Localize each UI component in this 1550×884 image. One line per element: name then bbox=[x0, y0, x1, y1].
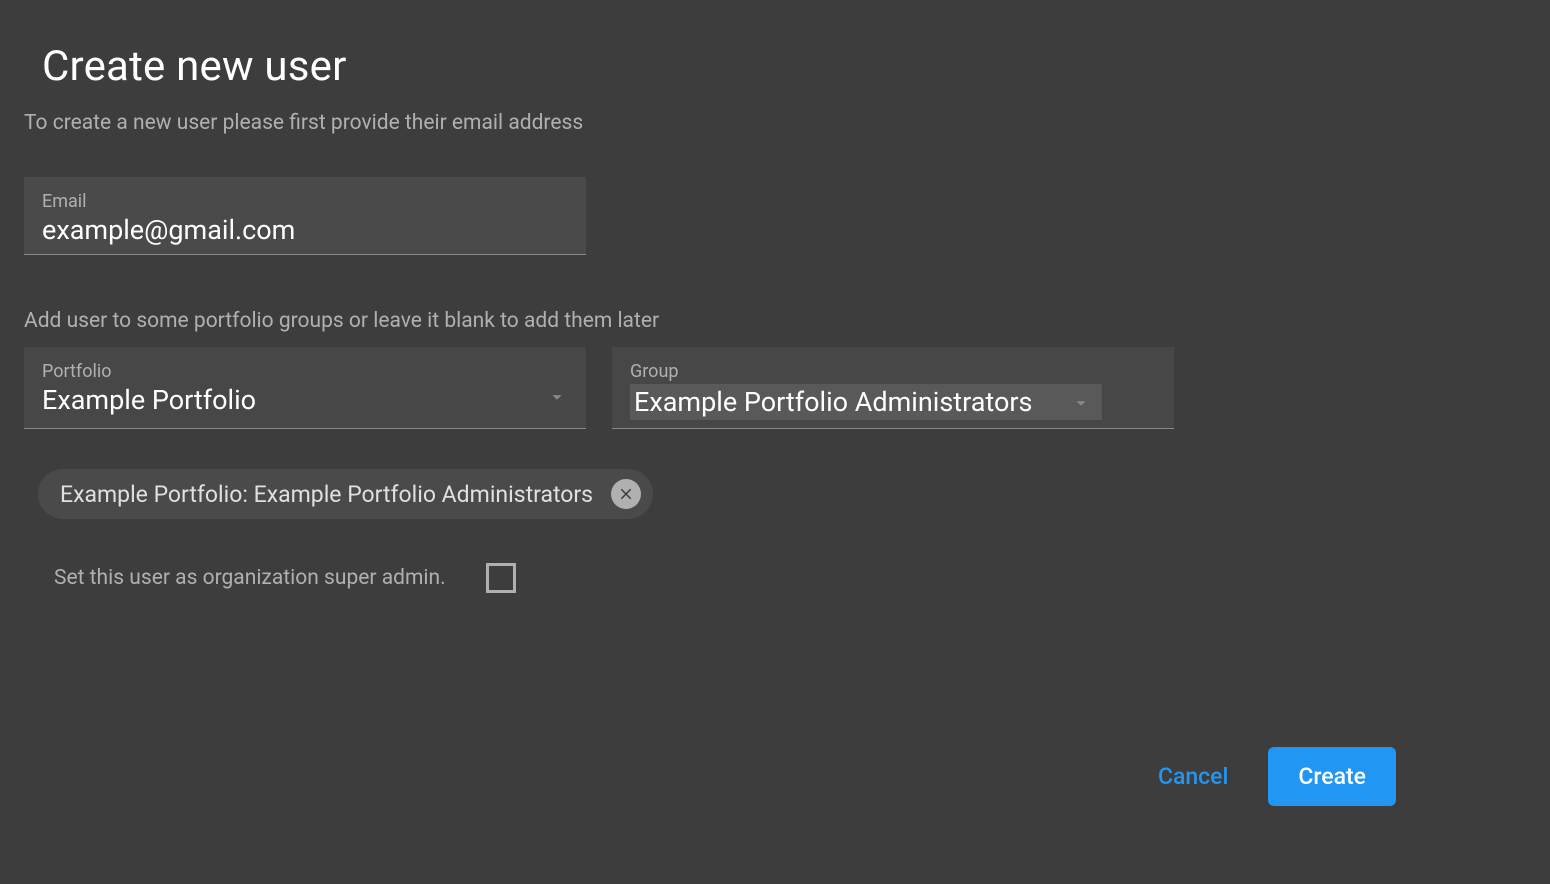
portfolio-label: Portfolio bbox=[42, 361, 568, 382]
dialog-title: Create new user bbox=[42, 42, 1396, 91]
close-icon bbox=[617, 485, 635, 503]
groups-subtitle: Add user to some portfolio groups or lea… bbox=[24, 309, 1396, 333]
dialog-subtitle: To create a new user please first provid… bbox=[24, 111, 1396, 135]
cancel-button[interactable]: Cancel bbox=[1148, 747, 1238, 806]
chip-remove-button[interactable] bbox=[611, 479, 641, 509]
chevron-down-icon bbox=[1070, 392, 1092, 414]
create-user-dialog: Create new user To create a new user ple… bbox=[0, 0, 1420, 830]
super-admin-label: Set this user as organization super admi… bbox=[54, 566, 446, 590]
group-select[interactable]: Group Example Portfolio Administrators bbox=[612, 347, 1174, 429]
group-value: Example Portfolio Administrators bbox=[634, 386, 1062, 418]
email-input[interactable] bbox=[42, 214, 568, 246]
assigned-group-chip: Example Portfolio: Example Portfolio Adm… bbox=[38, 469, 653, 519]
email-label: Email bbox=[42, 191, 568, 212]
portfolio-value: Example Portfolio bbox=[42, 384, 568, 416]
create-button[interactable]: Create bbox=[1268, 747, 1396, 806]
group-label: Group bbox=[630, 361, 1156, 382]
chip-label: Example Portfolio: Example Portfolio Adm… bbox=[60, 481, 593, 508]
chevron-down-icon bbox=[546, 386, 568, 408]
portfolio-select[interactable]: Portfolio Example Portfolio bbox=[24, 347, 586, 429]
super-admin-checkbox[interactable] bbox=[486, 563, 516, 593]
email-field-wrapper[interactable]: Email bbox=[24, 177, 586, 255]
